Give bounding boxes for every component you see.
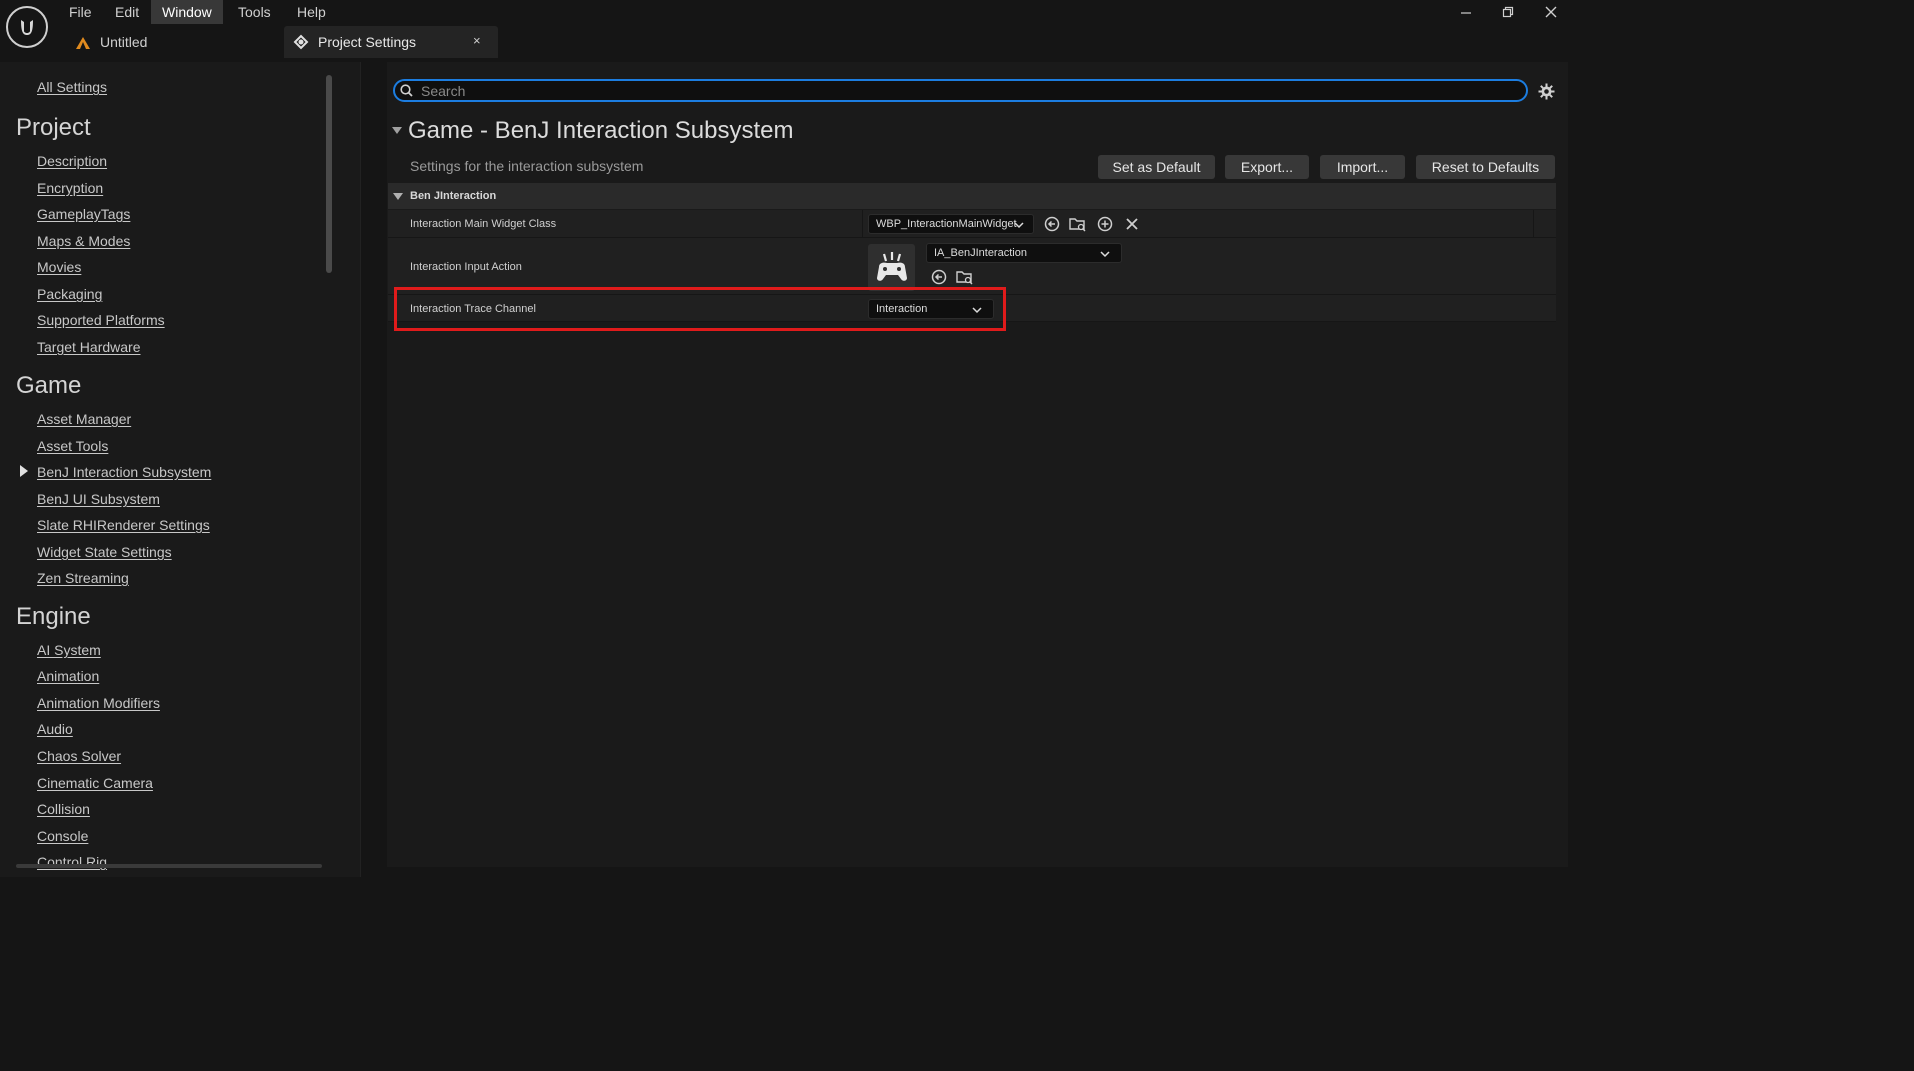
- selected-arrow-icon: [20, 465, 28, 477]
- add-icon[interactable]: [1096, 215, 1114, 233]
- sidebar-item-console[interactable]: Console: [37, 828, 88, 844]
- sidebar-item-encryption[interactable]: Encryption: [37, 180, 103, 196]
- chevron-down-icon: [1013, 218, 1025, 230]
- sidebar-item-animation-modifiers[interactable]: Animation Modifiers: [37, 695, 160, 711]
- sidebar-item-chaos-solver[interactable]: Chaos Solver: [37, 748, 121, 764]
- clear-icon[interactable]: [1123, 215, 1141, 233]
- use-selected-icon[interactable]: [930, 268, 948, 286]
- sidebar-item-animation[interactable]: Animation: [37, 668, 99, 684]
- use-selected-icon[interactable]: [1043, 215, 1061, 233]
- sidebar-item-movies[interactable]: Movies: [37, 259, 81, 275]
- category-collapse-icon[interactable]: [393, 193, 403, 200]
- property-label-main-widget: Interaction Main Widget Class: [410, 218, 557, 230]
- highlight-annotation: [394, 287, 1006, 331]
- sidebar-heading-game: Game: [16, 372, 82, 399]
- sidebar-item-packaging[interactable]: Packaging: [37, 286, 102, 302]
- sidebar-horizontal-scrollbar[interactable]: [16, 864, 322, 868]
- window-close-icon[interactable]: [1537, 2, 1565, 22]
- browse-folder-icon[interactable]: [1069, 215, 1087, 233]
- export-button[interactable]: Export...: [1225, 155, 1309, 179]
- sidebar-item-asset-tools[interactable]: Asset Tools: [37, 438, 108, 454]
- sidebar-heading-project: Project: [16, 114, 91, 141]
- category-label: Ben JInteraction: [410, 190, 497, 202]
- menu-file[interactable]: File: [58, 0, 103, 24]
- sidebar-item-slate-rhirenderer[interactable]: Slate RHIRenderer Settings: [37, 517, 210, 533]
- category-row[interactable]: [388, 183, 1556, 209]
- restore-icon[interactable]: [1494, 2, 1522, 22]
- sidebar-item-collision[interactable]: Collision: [37, 801, 90, 817]
- sidebar-heading-engine: Engine: [16, 603, 91, 630]
- tab-label: Project Settings: [318, 34, 417, 50]
- search-icon: [400, 84, 413, 102]
- sidebar-item-asset-manager[interactable]: Asset Manager: [37, 411, 131, 427]
- gamepad-thumbnail-icon[interactable]: [868, 244, 915, 291]
- gear-icon[interactable]: [1538, 83, 1555, 105]
- sidebar-item-benj-ui-subsystem[interactable]: BenJ UI Subsystem: [37, 491, 160, 507]
- section-description: Settings for the interaction subsystem: [410, 158, 644, 174]
- menu-help[interactable]: Help: [286, 0, 337, 24]
- menu-tools[interactable]: Tools: [227, 0, 282, 24]
- unreal-logo-icon[interactable]: [6, 6, 48, 48]
- sidebar-item-audio[interactable]: Audio: [37, 721, 73, 737]
- sidebar-item-zen-streaming[interactable]: Zen Streaming: [37, 570, 129, 586]
- section-collapse-icon[interactable]: [392, 127, 402, 134]
- tab-close-icon[interactable]: ×: [473, 33, 481, 48]
- sidebar-item-benj-interaction-subsystem[interactable]: BenJ Interaction Subsystem: [37, 464, 211, 480]
- sidebar-item-target-hardware[interactable]: Target Hardware: [37, 339, 141, 355]
- sidebar-item-cinematic-camera[interactable]: Cinematic Camera: [37, 775, 153, 791]
- main-widget-class-value: WBP_InteractionMainWidget: [876, 218, 1017, 230]
- level-icon: [76, 36, 90, 54]
- reset-to-defaults-button[interactable]: Reset to Defaults: [1416, 155, 1555, 179]
- property-label-input-action: Interaction Input Action: [410, 261, 522, 273]
- sidebar-item-widget-state-settings[interactable]: Widget State Settings: [37, 544, 172, 560]
- input-action-value: IA_BenJInteraction: [934, 247, 1027, 259]
- sidebar-item-supported-platforms[interactable]: Supported Platforms: [37, 312, 165, 328]
- level-name[interactable]: Untitled: [100, 34, 147, 50]
- settings-tab-icon: [292, 33, 310, 56]
- sidebar-all-settings[interactable]: All Settings: [37, 79, 107, 95]
- search-input[interactable]: [421, 81, 1511, 100]
- sidebar-item-ai-system[interactable]: AI System: [37, 642, 101, 658]
- main-widget-class-combo[interactable]: WBP_InteractionMainWidget: [868, 214, 1034, 234]
- sidebar-scrollbar[interactable]: [326, 75, 332, 273]
- chevron-down-icon: [1099, 247, 1111, 259]
- import-button[interactable]: Import...: [1320, 155, 1405, 179]
- menu-window[interactable]: Window: [151, 0, 223, 24]
- sidebar-item-gameplaytags[interactable]: GameplayTags: [37, 206, 130, 222]
- section-title: Game - BenJ Interaction Subsystem: [408, 117, 794, 144]
- sidebar-item-maps-modes[interactable]: Maps & Modes: [37, 233, 130, 249]
- minimize-icon[interactable]: [1452, 2, 1480, 22]
- browse-folder-icon[interactable]: [956, 268, 974, 286]
- set-as-default-button[interactable]: Set as Default: [1098, 155, 1215, 179]
- menu-edit[interactable]: Edit: [104, 0, 150, 24]
- sidebar-item-description[interactable]: Description: [37, 153, 107, 169]
- input-action-combo[interactable]: IA_BenJInteraction: [926, 243, 1122, 263]
